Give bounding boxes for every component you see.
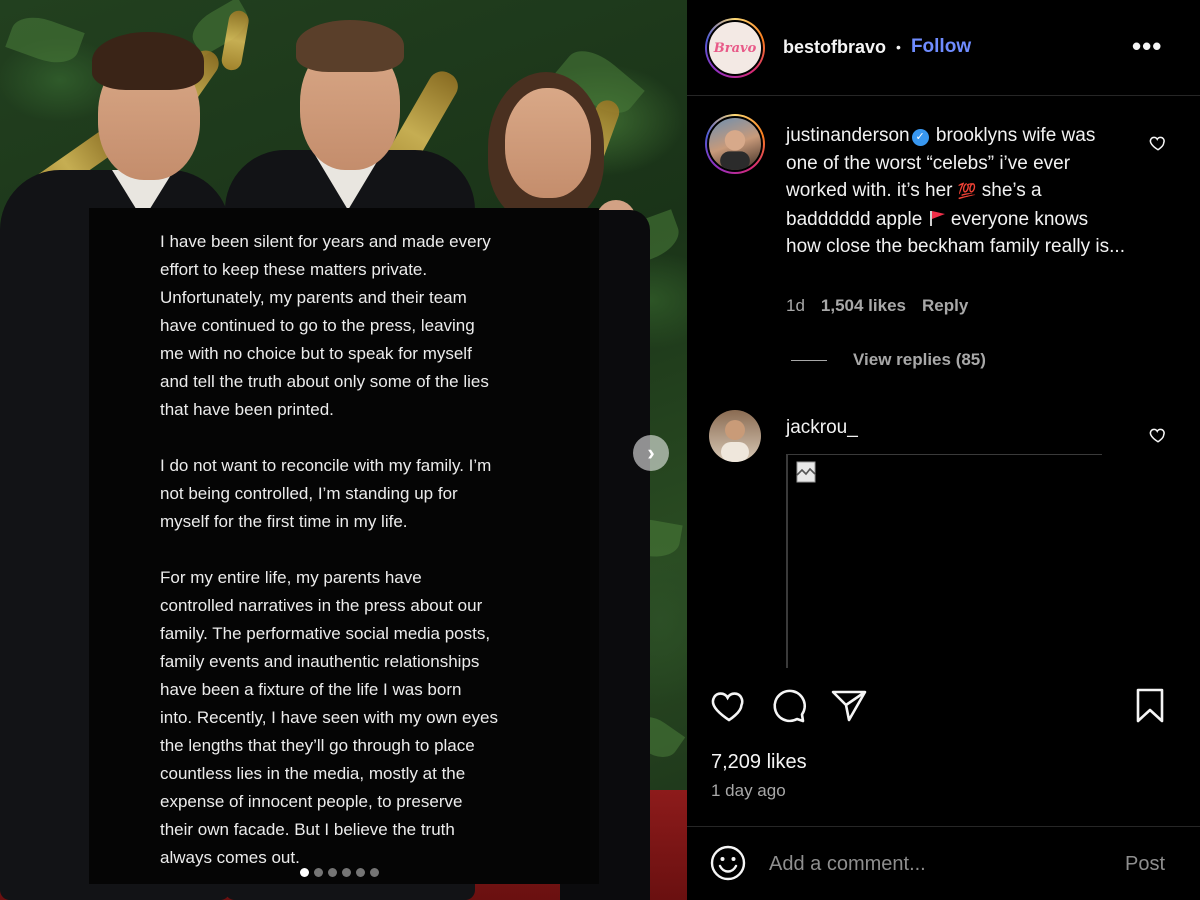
profile-photo-icon [720, 130, 750, 170]
statement-paragraph: For my entire life, my parents have cont… [160, 568, 498, 867]
comment-icon[interactable] [769, 686, 809, 726]
comment-attachment[interactable] [786, 454, 1102, 668]
post-action-bar [687, 686, 1200, 730]
post-likes-count[interactable]: 7,209 likes [711, 751, 807, 774]
view-replies-label: View replies (85) [853, 350, 986, 369]
profile-photo-icon [721, 420, 749, 462]
comment-likes[interactable]: 1,504 likes [821, 296, 906, 316]
follow-button[interactable]: Follow [911, 36, 971, 58]
comment-time: 1d [786, 296, 805, 315]
comment-body: justinanderson ✓ brooklyns wife was one o… [786, 122, 1126, 261]
separator-dot: • [896, 39, 901, 55]
carousel-dot [314, 868, 323, 877]
comment-item: jackrou_ [687, 400, 1200, 680]
commenter-username[interactable]: justinanderson [786, 125, 910, 146]
comment-item: justinanderson ✓ brooklyns wife was one o… [687, 96, 1200, 416]
post-side-panel: Bravo bestofbravo • Follow ••• justinand… [687, 0, 1200, 900]
statement-paragraph: I do not want to reconcile with my famil… [160, 456, 492, 531]
add-comment-input[interactable] [769, 847, 1089, 881]
carousel-dot [300, 868, 309, 877]
bookmark-icon[interactable] [1130, 686, 1170, 726]
comment-body: jackrou_ [786, 414, 1126, 442]
author-avatar[interactable]: Bravo [705, 18, 765, 78]
comment-like-heart-icon[interactable] [1149, 426, 1167, 444]
more-options-icon[interactable]: ••• [1132, 33, 1162, 59]
commenter-username[interactable]: jackrou_ [786, 417, 858, 438]
red-flag-icon [929, 210, 945, 226]
broken-image-icon [796, 461, 816, 483]
backdrop-leaf [5, 9, 85, 71]
post-timestamp: 1 day ago [711, 781, 786, 800]
replies-divider [791, 359, 827, 361]
add-comment-bar: Post [687, 826, 1200, 900]
emoji-picker-icon[interactable] [709, 844, 747, 882]
hundred-points-emoji: 💯 [957, 183, 977, 200]
chevron-right-icon: › [647, 440, 655, 465]
bravo-logo: Bravo [713, 40, 757, 56]
post-header: Bravo bestofbravo • Follow ••• [687, 0, 1200, 96]
carousel-dot [342, 868, 351, 877]
post-comment-button[interactable]: Post [1125, 853, 1165, 876]
reply-button[interactable]: Reply [922, 296, 968, 316]
statement-paragraph: I have been silent for years and made ev… [160, 232, 491, 419]
carousel-indicator [300, 868, 379, 877]
commenter-avatar[interactable] [709, 410, 761, 462]
carousel-next-button[interactable]: › [633, 435, 669, 471]
author-username[interactable]: bestofbravo [783, 37, 886, 58]
send-icon[interactable] [829, 686, 869, 726]
post-media: I have been silent for years and made ev… [0, 0, 687, 900]
comment-meta: 1d 1,504 likes Reply [786, 296, 968, 316]
carousel-dot [356, 868, 365, 877]
statement-overlay: I have been silent for years and made ev… [89, 208, 599, 884]
carousel-dot [370, 868, 379, 877]
comment-like-heart-icon[interactable] [1149, 134, 1167, 152]
heart-icon[interactable] [709, 686, 749, 726]
carousel-dot [328, 868, 337, 877]
verified-badge-icon: ✓ [911, 129, 929, 147]
commenter-avatar[interactable] [705, 114, 765, 174]
view-replies-button[interactable]: View replies (85) [791, 350, 986, 370]
